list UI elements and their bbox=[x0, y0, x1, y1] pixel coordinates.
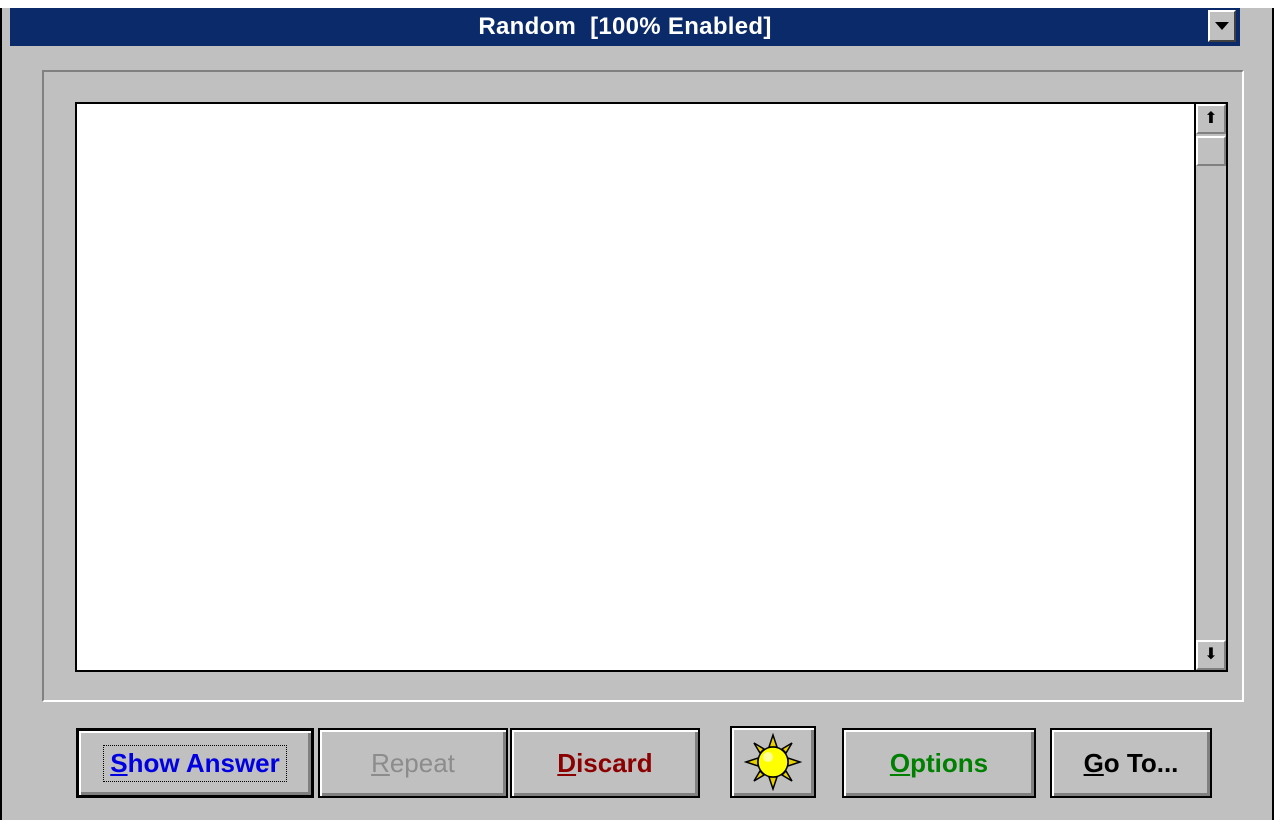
repeat-label: Repeat bbox=[371, 747, 455, 778]
window-menu-button[interactable] bbox=[1208, 10, 1236, 42]
arrow-up-icon: ⬆ bbox=[1204, 110, 1218, 127]
goto-button[interactable]: Go To... bbox=[1050, 728, 1212, 798]
scroll-thumb[interactable] bbox=[1196, 136, 1226, 166]
scroll-down-button[interactable]: ⬇ bbox=[1196, 640, 1226, 670]
discard-label: Discard bbox=[557, 747, 653, 778]
repeat-button[interactable]: Repeat bbox=[318, 728, 508, 798]
scroll-up-button[interactable]: ⬆ bbox=[1196, 104, 1226, 134]
show-answer-label: Show Answer bbox=[103, 744, 287, 782]
options-button[interactable]: Options bbox=[842, 728, 1036, 798]
goto-label: Go To... bbox=[1083, 747, 1179, 778]
card-text-area[interactable]: ⬆ ⬇ bbox=[75, 102, 1228, 672]
sun-button[interactable] bbox=[730, 726, 816, 798]
options-label: Options bbox=[889, 747, 989, 778]
discard-button[interactable]: Discard bbox=[510, 728, 700, 798]
chevron-down-icon bbox=[1215, 22, 1229, 30]
title-bar[interactable]: Random [100% Enabled] bbox=[10, 8, 1240, 46]
vertical-scrollbar[interactable]: ⬆ ⬇ bbox=[1194, 104, 1226, 670]
window-title: Random [100% Enabled] bbox=[478, 13, 772, 40]
sun-icon bbox=[744, 733, 802, 791]
show-answer-button[interactable]: Show Answer bbox=[76, 728, 314, 798]
arrow-down-icon: ⬇ bbox=[1204, 646, 1218, 663]
